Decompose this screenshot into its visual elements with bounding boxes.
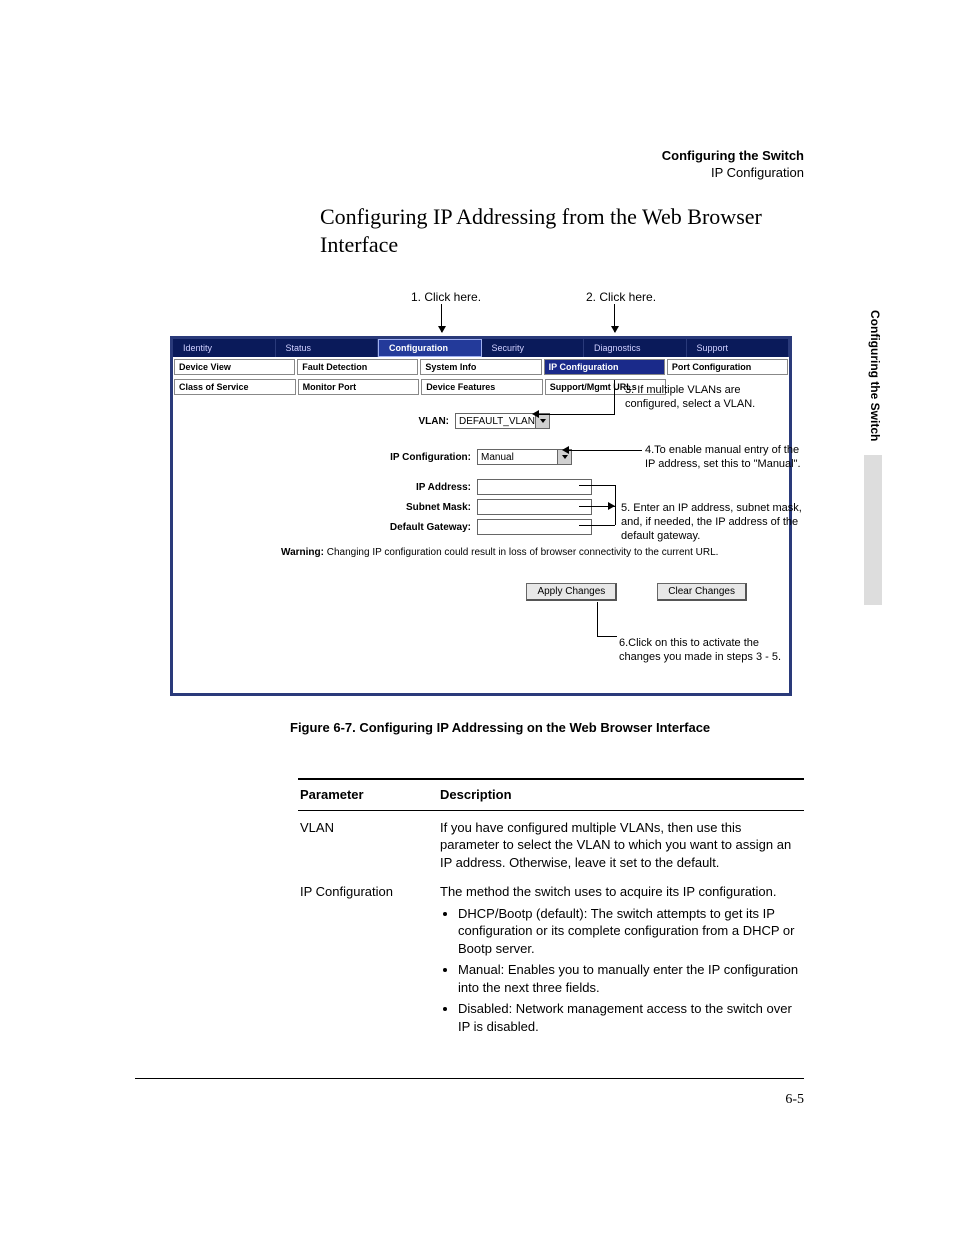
side-tab-label: Configuring the Switch	[868, 310, 882, 460]
line	[579, 525, 615, 526]
section-title: Configuring IP Addressing from the Web B…	[320, 203, 800, 258]
warning-rest: Changing IP configuration could result i…	[324, 547, 718, 558]
arrow-down-icon	[441, 304, 442, 332]
gateway-label: Default Gateway:	[181, 522, 477, 533]
arrow-left-icon	[532, 410, 539, 418]
param-bullets: DHCP/Bootp (default): The switch attempt…	[440, 905, 804, 1036]
line	[569, 450, 642, 451]
param-desc-text: The method the switch uses to acquire it…	[440, 883, 804, 901]
gateway-input[interactable]	[477, 519, 592, 535]
ipconf-value: Manual	[481, 452, 514, 463]
subtab-fault-detection[interactable]: Fault Detection	[297, 359, 418, 375]
side-tab-bg	[864, 455, 882, 605]
subtab-system-info[interactable]: System Info	[420, 359, 541, 375]
callout-5: 5. Enter an IP address, subnet mask, and…	[621, 502, 821, 543]
callout-4: 4.To enable manual entry of the IP addre…	[645, 444, 805, 472]
arrow-left-icon	[562, 446, 569, 454]
subtab-device-view[interactable]: Device View	[174, 359, 295, 375]
subnet-input[interactable]	[477, 499, 592, 515]
vlan-value: DEFAULT_VLAN	[459, 416, 535, 427]
subtab-port-configuration[interactable]: Port Configuration	[667, 359, 788, 375]
tab-security[interactable]: Security	[482, 339, 585, 357]
warning-bold: Warning:	[281, 547, 324, 558]
page-header: Configuring the Switch IP Configuration	[662, 148, 804, 182]
header-title: Configuring the Switch	[662, 148, 804, 165]
subnet-label: Subnet Mask:	[181, 502, 477, 513]
param-name: VLAN	[298, 819, 440, 872]
tab-status[interactable]: Status	[276, 339, 379, 357]
page-number: 6-5	[785, 1092, 804, 1108]
ipaddr-label: IP Address:	[181, 482, 477, 493]
list-item: Disabled: Network management access to t…	[458, 1000, 804, 1035]
param-name: IP Configuration	[298, 883, 440, 1039]
clear-changes-button[interactable]: Clear Changes	[657, 583, 747, 601]
line	[614, 380, 615, 415]
list-item: DHCP/Bootp (default): The switch attempt…	[458, 905, 804, 958]
button-row: Apply Changes Clear Changes	[526, 583, 747, 601]
callout-1: 1. Click here.	[411, 290, 481, 304]
subtab-monitor-port[interactable]: Monitor Port	[298, 379, 420, 395]
callout-6: 6.Click on this to activate the changes …	[619, 637, 789, 665]
header-subtitle: IP Configuration	[662, 165, 804, 182]
tab-identity[interactable]: Identity	[173, 339, 276, 357]
subtabs-row-1: Device View Fault Detection System Info …	[173, 357, 789, 377]
line	[597, 602, 598, 636]
line	[579, 506, 615, 507]
vlan-label: VLAN:	[181, 416, 455, 427]
ipconf-select[interactable]: Manual	[477, 449, 572, 465]
header-parameter: Parameter	[298, 786, 440, 804]
parameter-table: Parameter Description VLAN If you have c…	[298, 778, 804, 1044]
header-description: Description	[440, 786, 804, 804]
subtab-device-features[interactable]: Device Features	[421, 379, 543, 395]
callout-2: 2. Click here.	[586, 290, 656, 304]
line	[597, 636, 617, 637]
tab-support[interactable]: Support	[687, 339, 790, 357]
ipaddr-input[interactable]	[477, 479, 592, 495]
figure-caption: Figure 6-7. Configuring IP Addressing on…	[290, 720, 710, 735]
table-row: VLAN If you have configured multiple VLA…	[298, 811, 804, 876]
param-desc: The method the switch uses to acquire it…	[440, 883, 804, 1039]
callout-3: 3. If multiple VLANs are configured, sel…	[625, 384, 785, 412]
subtab-ip-configuration[interactable]: IP Configuration	[544, 359, 665, 375]
main-tabs: Identity Status Configuration Security D…	[173, 339, 789, 357]
tab-configuration[interactable]: Configuration	[378, 339, 482, 357]
subtab-class-of-service[interactable]: Class of Service	[174, 379, 296, 395]
ipconf-label: IP Configuration:	[181, 452, 477, 463]
figure-screenshot: 1. Click here. 2. Click here. Identity S…	[170, 280, 792, 700]
warning-text: Warning: Changing IP configuration could…	[281, 547, 781, 558]
line	[539, 414, 614, 415]
list-item: Manual: Enables you to manually enter th…	[458, 961, 804, 996]
footer-rule	[135, 1078, 804, 1079]
param-desc: If you have configured multiple VLANs, t…	[440, 819, 804, 872]
line	[615, 485, 616, 525]
apply-changes-button[interactable]: Apply Changes	[526, 583, 617, 601]
table-row: IP Configuration The method the switch u…	[298, 875, 804, 1043]
arrow-down-icon	[614, 304, 615, 332]
tab-diagnostics[interactable]: Diagnostics	[584, 339, 687, 357]
line	[579, 485, 615, 486]
table-header: Parameter Description	[298, 778, 804, 811]
